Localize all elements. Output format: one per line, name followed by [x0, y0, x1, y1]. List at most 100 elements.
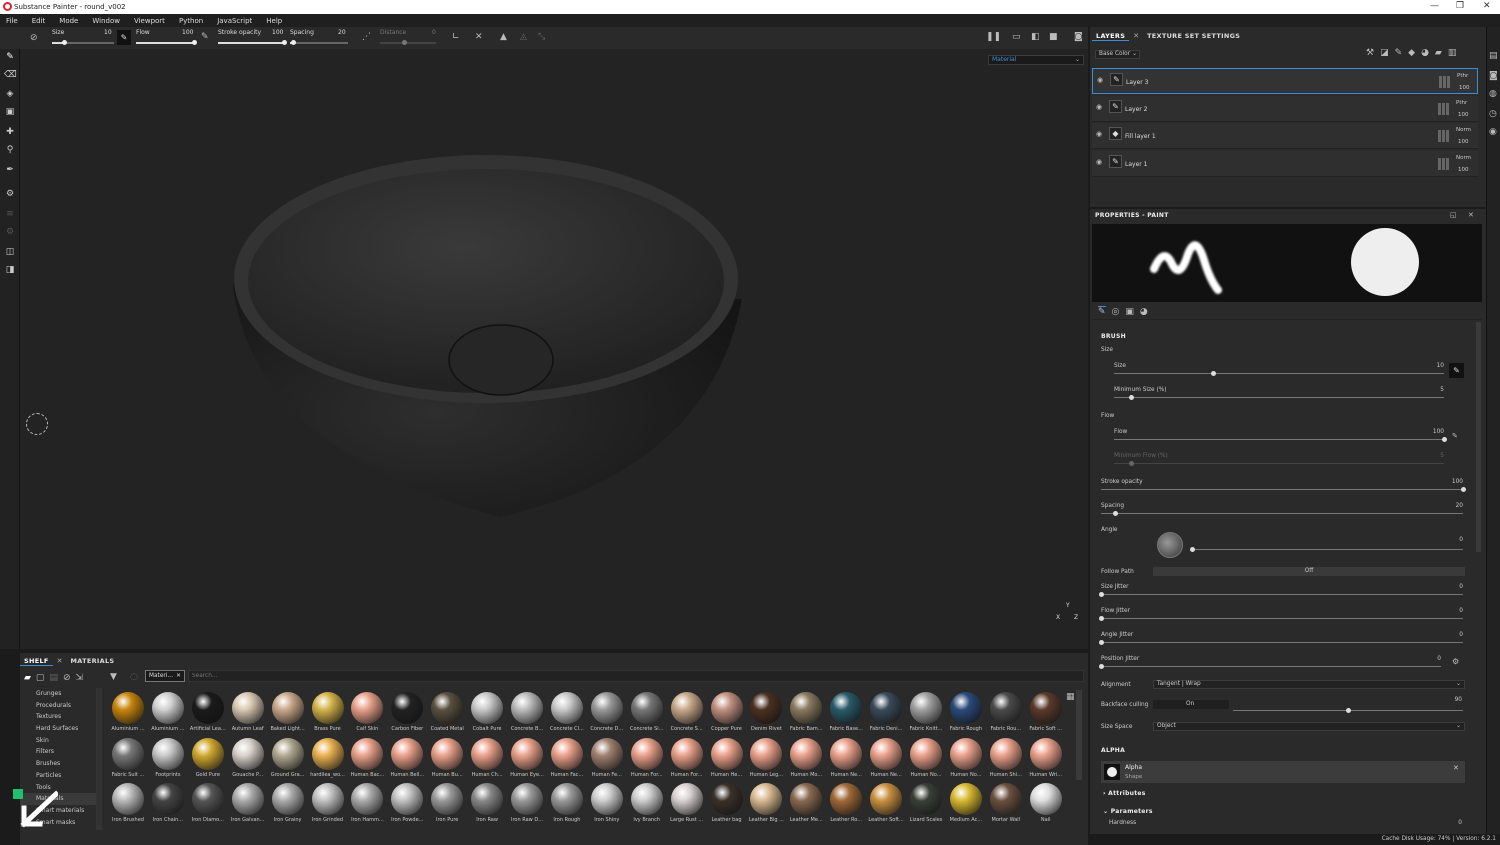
layer-row[interactable]: ◉ ✎ Layer 1 Norm 100 [1092, 150, 1478, 177]
material-thumbnail[interactable]: Copper Pure [707, 690, 747, 736]
menu-javascript[interactable]: JavaScript [217, 17, 252, 25]
toolbar-distance-value[interactable]: 0 [432, 29, 436, 36]
material-thumbnail[interactable]: Fabric Suit ... [108, 736, 148, 782]
stroke-opacity-slider[interactable] [1101, 489, 1463, 490]
viewport-mode-select[interactable]: Material ⌄ [988, 55, 1084, 65]
wrap-icon[interactable]: ⤡ [538, 32, 545, 42]
layer-opacity[interactable]: 100 [1458, 139, 1469, 145]
follow-path-toggle[interactable]: Off [1153, 567, 1465, 576]
menu-mode[interactable]: Mode [59, 17, 78, 25]
spacing-value[interactable]: 20 [1433, 503, 1463, 509]
shelf-category-item[interactable]: Brushes [20, 758, 98, 770]
material-thumbnail[interactable]: Leather Me... [786, 781, 826, 827]
add-effect-icon[interactable]: ⚒ [1366, 48, 1374, 58]
material-thumbnail[interactable]: Baked Light... [268, 690, 308, 736]
stroke-opacity-knob[interactable] [1461, 487, 1466, 492]
size-value[interactable]: 10 [1414, 363, 1444, 369]
new-folder-icon[interactable]: ▰ [1435, 48, 1442, 58]
filter-chip[interactable]: Materi... ✕ [145, 670, 185, 682]
layer-opacity[interactable]: 100 [1459, 85, 1470, 91]
flow-jitter-knob[interactable] [1099, 616, 1104, 621]
save-icon[interactable]: ▤ [49, 673, 58, 683]
menu-viewport[interactable]: Viewport [134, 17, 165, 25]
properties-dock-icon[interactable]: ◙ [1489, 71, 1498, 81]
shelf-category-item[interactable]: Textures [20, 711, 98, 723]
position-jitter-knob[interactable] [1099, 664, 1104, 669]
angle-knob[interactable] [1190, 547, 1195, 552]
material-thumbnail[interactable]: Coated Metal [427, 690, 467, 736]
shader-settings-icon[interactable]: ◉ [1489, 127, 1497, 137]
tab-materials[interactable]: MATERIALS [67, 657, 119, 665]
close-icon[interactable]: ✕ [57, 657, 63, 665]
delete-layer-icon[interactable]: ▥ [1448, 48, 1457, 58]
angle-jitter-value[interactable]: 0 [1433, 632, 1463, 638]
layer-opacity[interactable]: 100 [1458, 112, 1469, 118]
material-thumbnail[interactable]: Iron Pure [427, 781, 467, 827]
shelf-category-item[interactable]: Skin [20, 735, 98, 747]
material-thumbnail[interactable]: Human Mo... [786, 736, 826, 782]
toolbar-stroke-opacity-value[interactable]: 100 [272, 29, 283, 36]
material-thumbnail[interactable]: Iron Hamm... [347, 781, 387, 827]
menu-help[interactable]: Help [266, 17, 282, 25]
python-icon[interactable]: ◫ [4, 247, 16, 259]
material-thumbnail[interactable]: Ivy Branch [627, 781, 667, 827]
toolbar-flow-value[interactable]: 100 [182, 29, 193, 36]
layer-opacity[interactable]: 100 [1458, 167, 1469, 173]
shelf-category-item[interactable]: Grunges [20, 688, 98, 700]
material-thumbnail[interactable]: Autumn Leaf [228, 690, 268, 736]
layer-blend-mode[interactable]: Pthr [1457, 73, 1468, 79]
stencil-tab-icon[interactable]: ▣ [1125, 307, 1134, 317]
close-icon[interactable]: ✕ [1453, 764, 1459, 772]
material-thumbnail[interactable]: Calf Skin [347, 690, 387, 736]
eye-icon[interactable]: ◉ [1096, 103, 1102, 111]
hardness-value[interactable]: 0 [1432, 820, 1462, 826]
material-thumbnail[interactable]: Fabric Rou... [986, 690, 1026, 736]
material-thumbnail[interactable]: Human Fe... [587, 736, 627, 782]
material-thumbnail[interactable]: Cobalt Pure [467, 690, 507, 736]
material-thumbnail[interactable]: Human Ne... [866, 736, 906, 782]
toolbar-distance-slider[interactable] [380, 40, 436, 45]
material-thumbnail[interactable]: Nail [1026, 781, 1066, 827]
angle-dial[interactable] [1157, 532, 1183, 558]
size-space-select[interactable]: Object ⌄ [1153, 722, 1465, 731]
material-thumbnail[interactable]: Carbon Fiber [387, 690, 427, 736]
spacing-slider[interactable] [1101, 513, 1463, 514]
material-thumbnail[interactable]: Gouache P... [228, 736, 268, 782]
eye-icon[interactable]: ◉ [1096, 158, 1102, 166]
min-size-knob[interactable] [1128, 395, 1134, 400]
material-thumbnail[interactable]: Aluminium ... [108, 690, 148, 736]
material-thumbnail[interactable]: Iron Rough [547, 781, 587, 827]
layer-blend-mode[interactable]: Norm [1456, 127, 1471, 133]
slider-knob[interactable] [290, 40, 296, 45]
backface-icon[interactable]: ✕ [475, 32, 483, 42]
menu-edit[interactable]: Edit [32, 17, 46, 25]
bake-icon[interactable]: ⚙ [4, 189, 16, 201]
material-thumbnail[interactable]: Human Bu... [427, 736, 467, 782]
layer-row[interactable]: ◉ ◆ Fill layer 1 Norm 100 [1092, 123, 1478, 150]
material-thumbnail[interactable]: Iron Shiny [587, 781, 627, 827]
close-button[interactable]: ✕ [1483, 1, 1491, 11]
size-jitter-slider[interactable] [1101, 594, 1463, 595]
material-thumbnail[interactable]: Concrete Si... [627, 690, 667, 736]
flow-pressure-icon[interactable]: ✎ [1452, 432, 1458, 440]
material-thumbnail[interactable]: Leather Big ... [746, 781, 786, 827]
new-shelf-icon[interactable]: ▢ [36, 673, 45, 683]
material-thumbnail[interactable]: Footprints [148, 736, 188, 782]
slider-knob[interactable] [402, 40, 407, 45]
material-thumbnail[interactable]: Denim Rivet [746, 690, 786, 736]
material-thumbnail[interactable]: Fabric Bam... [786, 690, 826, 736]
add-fill-layer-icon[interactable]: ◆ [1408, 48, 1415, 58]
material-thumbnail[interactable]: Human For... [627, 736, 667, 782]
material-thumbnail[interactable]: Human Leg... [746, 736, 786, 782]
layers-dock-icon[interactable]: ▤ [1489, 51, 1498, 61]
toolbar-size-value[interactable]: 10 [104, 29, 112, 36]
camera-view-icon[interactable]: ▭ [1012, 32, 1021, 42]
projection-icon[interactable]: ◈ [4, 89, 16, 101]
polygon-fill-icon[interactable]: ▣ [4, 107, 16, 119]
material-thumbnail[interactable]: Iron Chain... [148, 781, 188, 827]
flow-knob[interactable] [1442, 437, 1447, 442]
material-thumbnail[interactable]: Iron Galvan... [228, 781, 268, 827]
tab-texture-set-settings[interactable]: TEXTURE SET SETTINGS [1143, 32, 1244, 40]
material-thumbnail[interactable]: Iron Powde... [387, 781, 427, 827]
float-panel-icon[interactable]: ◱ [1450, 211, 1457, 219]
